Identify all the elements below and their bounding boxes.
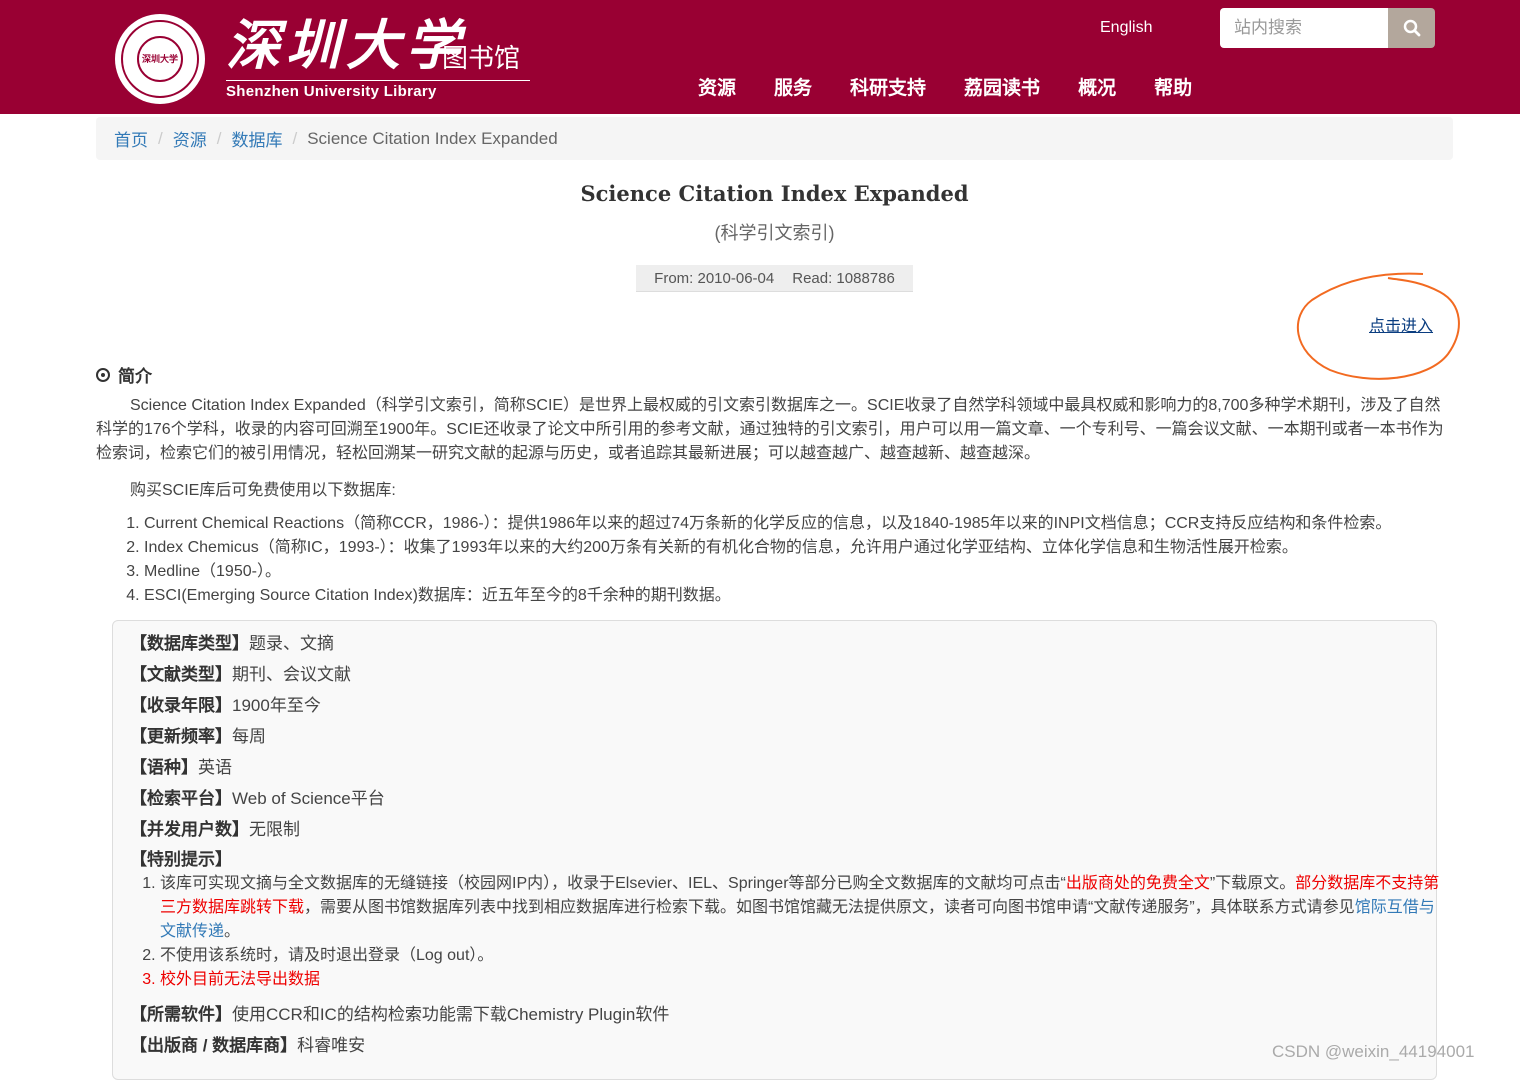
intro-paragraph: Science Citation Index Expanded（科学引文索引，简… (96, 397, 1444, 462)
university-seal-logo[interactable]: 深圳大学 (115, 14, 205, 104)
info-language: 【语种】英语 (130, 757, 232, 779)
tip-text: 。 (224, 923, 241, 940)
search-icon (1403, 19, 1420, 37)
info-value: 题录、文摘 (249, 634, 334, 653)
info-label: 【并发用户数】 (130, 820, 249, 839)
info-label: 【出版商 / 数据库商】 (130, 1036, 298, 1055)
page-subtitle: (科学引文索引) (714, 223, 835, 243)
nav-help[interactable]: 帮助 (1154, 76, 1192, 102)
meta-info: From: 2010-06-04 Read: 1088786 (636, 265, 913, 292)
info-tips-heading: 【特别提示】 (130, 849, 232, 871)
seal-inner: 深圳大学 (137, 36, 183, 82)
info-years: 【收录年限】1900年至今 (130, 695, 321, 717)
main-nav: 资源 服务 科研支持 荔园读书 概况 帮助 (698, 76, 1230, 102)
read-count: Read: 1088786 (792, 269, 895, 287)
nav-overview[interactable]: 概况 (1078, 76, 1116, 102)
orange-annotation-circle (1297, 272, 1460, 380)
intro-free-databases: 购买SCIE库后可免费使用以下数据库: (130, 482, 396, 499)
breadcrumb: 首页 / 资源 / 数据库 / Science Citation Index E… (96, 117, 1453, 160)
breadcrumb-separator: / (216, 128, 222, 148)
search-button[interactable] (1388, 8, 1435, 48)
logo-chinese-name: 深圳大学 (226, 13, 466, 77)
info-publisher: 【出版商 / 数据库商】科睿唯安 (130, 1035, 365, 1057)
site-header: 深圳大学 深圳大学 图书馆 Shenzhen University Librar… (0, 0, 1520, 114)
info-value: 使用CCR和IC的结构检索功能需下载Chemistry Plugin软件 (232, 1005, 670, 1024)
breadcrumb-separator: / (158, 128, 163, 148)
tip-text: ，需要从图书馆数据库列表中找到相应数据库进行检索下载。如图书馆馆藏无法提供原文，… (304, 899, 1355, 916)
tip-item: 校外目前无法导出数据 (160, 968, 1440, 992)
info-value: 英语 (198, 758, 232, 777)
nav-services[interactable]: 服务 (774, 76, 812, 102)
list-item: Current Chemical Reactions（简称CCR，1986-）：… (144, 512, 1476, 536)
info-label: 【语种】 (130, 758, 198, 777)
info-platform: 【检索平台】Web of Science平台 (130, 788, 385, 810)
nav-resources[interactable]: 资源 (698, 76, 736, 102)
logo-english-name: Shenzhen University Library (226, 83, 437, 100)
tip-item: 该库可实现文摘与全文数据库的无缝链接（校园网IP内），收录于Elsevier、I… (160, 872, 1440, 944)
info-software: 【所需软件】使用CCR和IC的结构检索功能需下载Chemistry Plugin… (130, 1004, 669, 1026)
info-frequency: 【更新频率】每周 (130, 726, 266, 748)
breadcrumb-databases[interactable]: 数据库 (231, 126, 282, 151)
page-title: Science Citation Index Expanded (580, 181, 969, 206)
from-date: From: 2010-06-04 (654, 269, 775, 287)
csdn-watermark: CSDN @weixin_44194001 (1272, 1042, 1475, 1061)
logo-divider (226, 80, 530, 81)
info-concurrent-users: 【并发用户数】无限制 (130, 819, 300, 841)
info-doc-type: 【文献类型】期刊、会议文献 (130, 664, 351, 686)
info-value: Web of Science平台 (232, 789, 385, 808)
site-search-input[interactable] (1220, 8, 1388, 48)
info-value: 1900年至今 (232, 696, 321, 715)
info-label: 【数据库类型】 (130, 634, 249, 653)
tip-text: ”下载原文。 (1209, 875, 1296, 892)
info-label: 【文献类型】 (130, 665, 232, 684)
info-label: 【更新频率】 (130, 727, 232, 746)
special-tips-list: 该库可实现文摘与全文数据库的无缝链接（校园网IP内），收录于Elsevier、I… (130, 872, 1440, 992)
breadcrumb-resources[interactable]: 资源 (173, 126, 207, 151)
info-value: 科睿唯安 (297, 1036, 366, 1055)
breadcrumb-home[interactable]: 首页 (114, 126, 148, 151)
seal-text: 深圳大学 (141, 53, 178, 64)
info-label: 【特别提示】 (130, 850, 232, 869)
breadcrumb-current: Science Citation Index Expanded (307, 128, 558, 148)
english-link[interactable]: English (1100, 18, 1152, 38)
nav-liyuan-reading[interactable]: 荔园读书 (964, 76, 1040, 102)
tip-text: 该库可实现文摘与全文数据库的无缝链接（校园网IP内），收录于Elsevier、I… (160, 875, 1066, 892)
list-item: Index Chemicus（简称IC，1993-）：收集了1993年以来的大约… (144, 536, 1476, 560)
info-value: 无限制 (249, 820, 300, 839)
section-bullet-icon (96, 367, 110, 382)
intro-heading: 简介 (96, 362, 152, 387)
info-value: 期刊、会议文献 (232, 665, 351, 684)
tip-item: 不使用该系统时，请及时退出登录（Log out）。 (160, 944, 1440, 968)
info-label: 【所需软件】 (130, 1005, 232, 1024)
list-item: ESCI(Emerging Source Citation Index)数据库：… (144, 584, 1476, 608)
info-db-type: 【数据库类型】题录、文摘 (130, 633, 334, 655)
info-label: 【收录年限】 (130, 696, 232, 715)
nav-research-support[interactable]: 科研支持 (850, 76, 926, 102)
info-value: 每周 (232, 727, 266, 746)
free-fulltext-highlight: 出版商处的免费全文 (1065, 875, 1210, 892)
free-database-list: Current Chemical Reactions（简称CCR，1986-）：… (96, 512, 1476, 608)
list-item: Medline（1950-）。 (144, 560, 1476, 584)
logo-library-word: 图书馆 (442, 44, 521, 74)
breadcrumb-separator: / (292, 128, 298, 148)
intro-heading-text: 简介 (118, 367, 152, 386)
info-label: 【检索平台】 (130, 789, 232, 808)
